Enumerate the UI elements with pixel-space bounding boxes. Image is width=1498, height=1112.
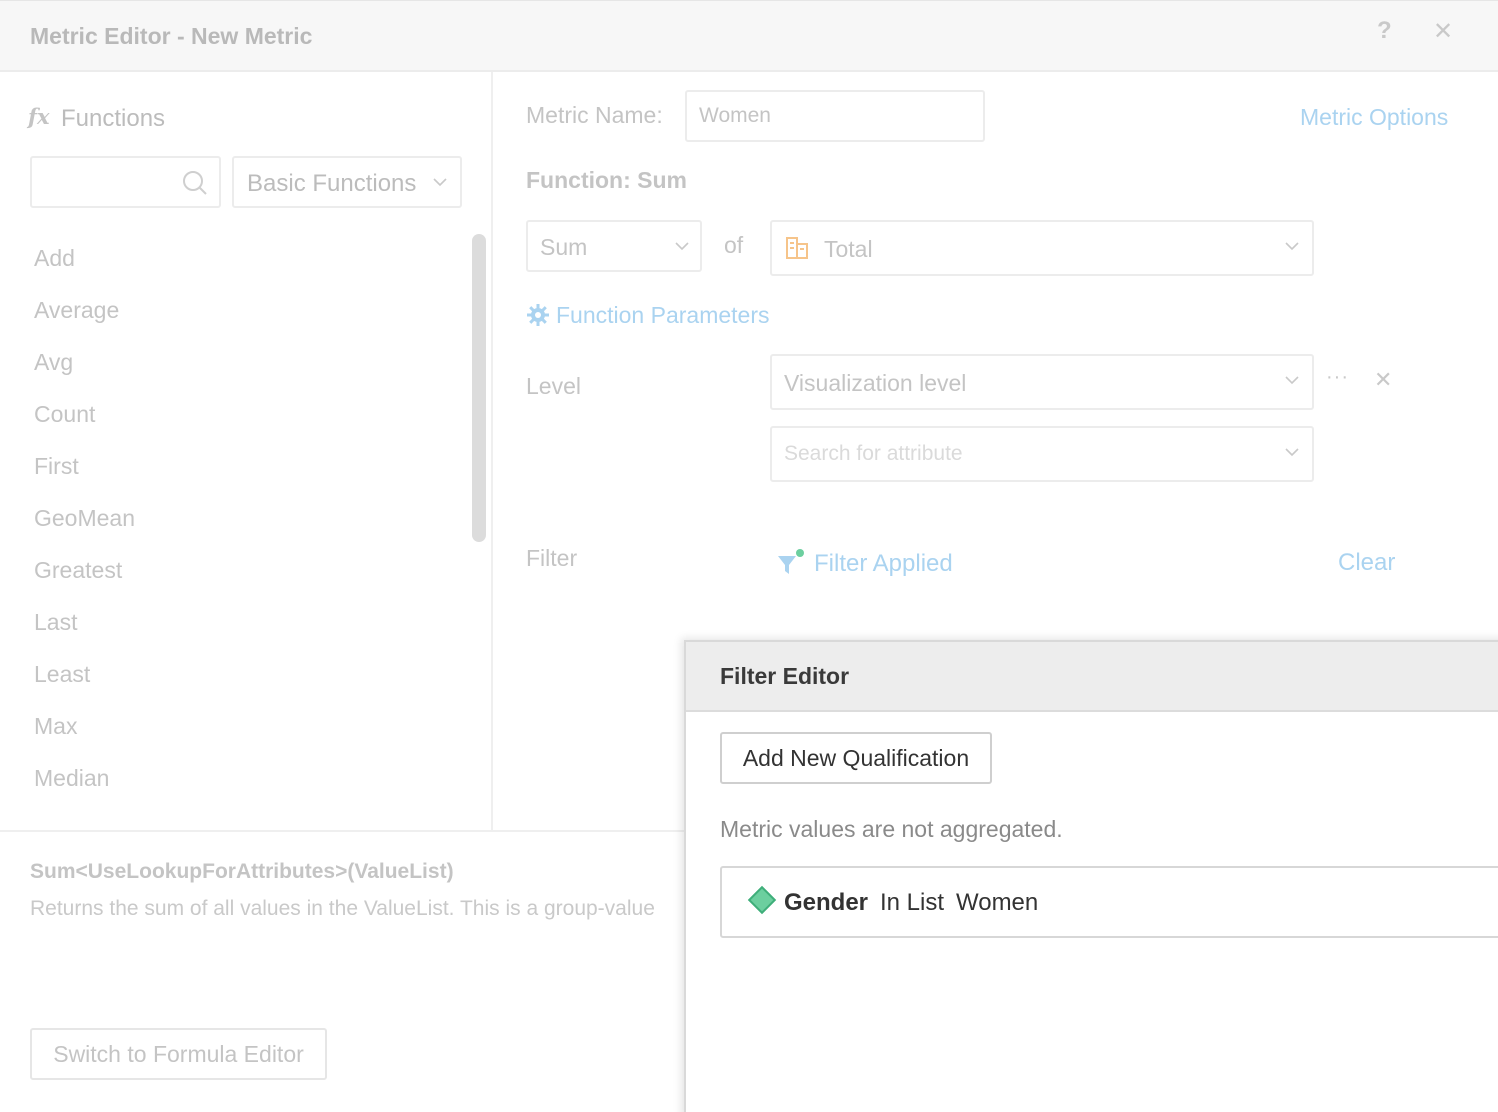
metric-name-input[interactable] [685,90,985,142]
close-icon[interactable]: ✕ [1433,17,1453,46]
function-item-avg[interactable]: Avg [0,336,470,388]
function-item-average[interactable]: Average [0,284,470,336]
function-item-geomean[interactable]: GeoMean [0,492,470,544]
chevron-down-icon [1285,448,1299,457]
metric-options-link[interactable]: Metric Options [1300,104,1448,131]
function-item-last[interactable]: Last [0,596,470,648]
chevron-down-icon [1285,242,1299,251]
function-item-add[interactable]: Add [0,232,470,284]
qualification-row[interactable]: Gender In List Women [720,866,1498,938]
help-icon[interactable]: ? [1377,17,1392,45]
clear-filter-link[interactable]: Clear [1338,549,1395,577]
chevron-down-icon [1285,376,1299,385]
qualification-attribute: Gender [784,889,869,916]
filter-label: Filter [526,545,578,571]
dialog-title: Metric Editor - New Metric [30,23,313,49]
of-label: of [724,232,744,258]
switch-to-formula-editor-button[interactable]: Switch to Formula Editor [30,1028,327,1080]
function-list: Add Average Avg Count First GeoMean Grea… [0,232,470,804]
add-new-qualification-button[interactable]: Add New Qualification [720,732,992,784]
function-search-input[interactable] [30,156,221,208]
filter-editor-panel: Filter Editor Add New Qualification Metr… [684,640,1498,1112]
function-category-select[interactable]: Basic Functions [232,156,462,208]
filter-applied-link[interactable]: Filter Applied [776,548,953,578]
filter-editor-header: Filter Editor [686,642,1498,712]
attribute-search-select[interactable]: Search for attribute [770,426,1314,482]
level-select-value: Visualization level [784,370,967,396]
functions-heading: Functions [61,105,166,132]
function-parameters-label: Function Parameters [556,302,770,328]
function-category-value: Basic Functions [247,170,417,197]
more-icon[interactable]: ··· [1326,366,1349,389]
aggregation-note: Metric values are not aggregated. [720,816,1063,842]
function-signature: Sum<UseLookupForAttributes>(ValueList) [30,860,454,883]
gear-icon [527,304,549,326]
metric-target-select[interactable]: Total [770,220,1314,276]
remove-level-icon[interactable]: ✕ [1374,367,1392,393]
function-select[interactable]: Sum [526,220,702,272]
filter-editor-title: Filter Editor [720,663,850,689]
function-description: Returns the sum of all values in the Val… [30,897,655,920]
function-item-max[interactable]: Max [0,700,470,752]
function-item-greatest[interactable]: Greatest [0,544,470,596]
filter-icon [778,549,804,574]
function-heading: Function: Sum [526,167,687,193]
search-icon [183,171,207,195]
level-label: Level [526,373,581,399]
fx-icon: fx [28,104,50,129]
functions-panel: fx Functions Basic Functions Add Average… [0,72,493,830]
dialog-header: Metric Editor - New Metric ? ✕ [0,0,1498,72]
metric-icon [786,237,808,259]
chevron-down-icon [433,178,447,187]
attribute-search-placeholder: Search for attribute [784,442,963,465]
function-item-count[interactable]: Count [0,388,470,440]
qualification-operator: In List [880,889,945,916]
function-select-value: Sum [540,234,588,260]
function-item-first[interactable]: First [0,440,470,492]
function-item-least[interactable]: Least [0,648,470,700]
metric-target-value: Total [824,236,873,262]
function-item-median[interactable]: Median [0,752,470,804]
function-list-scrollbar[interactable] [472,234,486,542]
filter-applied-label: Filter Applied [814,550,953,577]
function-parameters-link[interactable]: Function Parameters [526,302,769,329]
chevron-down-icon [675,242,689,251]
attribute-diamond-icon [747,885,777,915]
qualification-value: Women [956,889,1039,916]
level-select[interactable]: Visualization level [770,354,1314,410]
metric-name-label: Metric Name: [526,102,663,128]
